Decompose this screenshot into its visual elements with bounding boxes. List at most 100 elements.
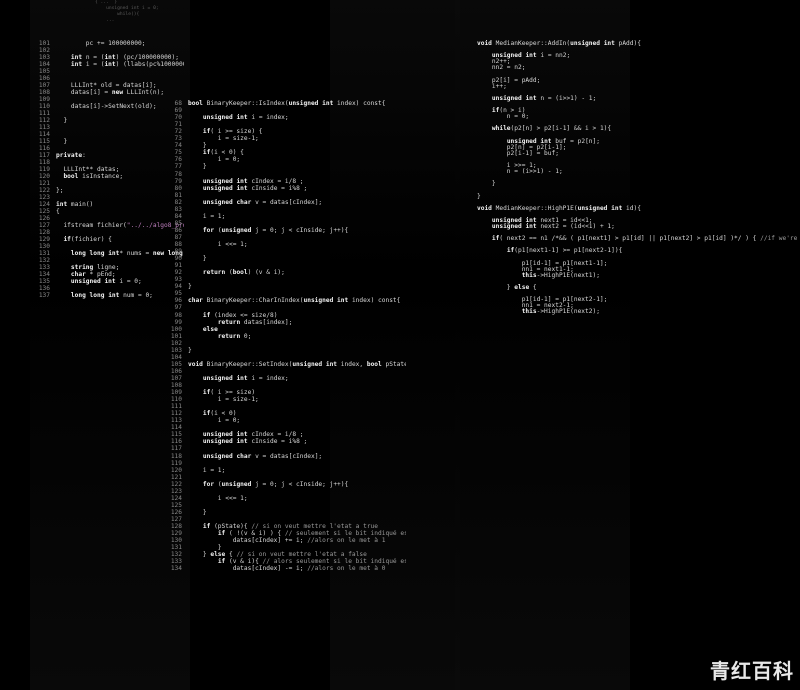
code-line: this->HighP1E(next2); [455, 308, 600, 316]
ghost-code-column: { ... } unsigned int i = 0; while(){ ... [95, 0, 159, 23]
center-code-panel: 68 bool BinaryKeeper::IsIndex(unsigned in… [166, 100, 406, 580]
code-line: 122 for (unsigned j = 0; j < cInside; j+… [166, 481, 348, 489]
code-text: unsigned int cInside = i%8 ; [202, 184, 308, 192]
code-text: } [477, 180, 496, 188]
code-text: unsigned int n = (i>>1) - 1; [491, 94, 597, 102]
code-text: i = size-1; [188, 135, 259, 143]
code-text: unsigned char v = datas[cIndex]; [202, 452, 323, 460]
code-text: return (bool) (v & i); [202, 269, 285, 277]
code-text: } [188, 163, 207, 171]
code-text: char BinaryKeeper::CharInIndex(unsigned … [188, 297, 401, 305]
code-text: if( next2 == n1 /*&& ( p1[next1] > p1[id… [491, 235, 798, 243]
code-text: while(p2[n] > p2[i-1] && i > 1){ [491, 125, 612, 133]
code-text: } else { [477, 284, 537, 291]
code-text: string ligne; [70, 264, 120, 271]
code-text: LLLInt* old = datas[i]; [56, 82, 157, 89]
code-text: unsigned int cIndex = i/8 ; [202, 177, 304, 185]
code-line: if(p1[next1-1] >= p1[next2-1]){ [455, 247, 622, 255]
code-text: unsigned int next2 = (id<<1) + 1; [491, 223, 615, 230]
code-line: 127 ifstream fichier("../../algo8_progra… [34, 222, 184, 230]
code-line: 131 long long int* nums = new long long [34, 250, 184, 258]
code-text: if( i >= size) [202, 389, 256, 397]
code-text: return 0; [217, 332, 252, 340]
code-text: if (pState){ // si on veut mettre l'etat… [202, 523, 379, 530]
left-code-panel: 101 pc += 100000000; 102 103 int n = (int)… [34, 40, 184, 300]
code-text: } [477, 192, 481, 200]
code-text: { [56, 208, 60, 215]
watermark-logo: 青红百科 [710, 659, 794, 683]
code-text: i = 1; [188, 466, 226, 474]
code-line: 104 int i = (int) (llabs(pc%100000000)); [34, 61, 184, 69]
code-line: if( next2 == n1 /*&& ( p1[next1] > p1[id… [455, 235, 800, 243]
code-text: p2[i-1] = buf; [477, 149, 559, 157]
code-text: unsigned int i = index; [202, 114, 289, 122]
code-line: unsigned int next2 = (id<<1) + 1; [455, 223, 615, 231]
code-text: void MedianKeeper::HighP1E(unsigned int … [477, 204, 641, 212]
code-line: 134 datas[cIndex] -= i; //alors on le me… [166, 565, 386, 573]
code-text: } [188, 346, 192, 354]
code-text: for (unsigned j = 0; j < cInside; j++){ [202, 226, 349, 234]
code-text: long long int num = 0; [70, 292, 153, 299]
code-text: LLLInt** datas; [56, 166, 120, 173]
code-text: ifstream fichier("../../algo8_programme"… [56, 222, 184, 229]
code-text: i <<= 1; [188, 241, 248, 248]
code-text: n = (i>>1) - 1; [477, 168, 563, 176]
code-text: unsigned int cInside = i%8 ; [202, 438, 308, 446]
code-text: this->HighP1E(next1); [521, 271, 600, 279]
code-text: }; [56, 187, 64, 194]
code-text: private: [56, 152, 86, 159]
code-text: } [188, 544, 222, 552]
code-text: unsigned char v = datas[cIndex]; [202, 198, 323, 206]
code-text: for (unsigned j = 0; j < cInside; j++){ [202, 480, 349, 488]
code-line: 82 unsigned char v = datas[cIndex]; [166, 198, 323, 207]
code-text: n = 0; [477, 113, 530, 121]
code-text: bool BinaryKeeper::IsIndex(unsigned int … [188, 100, 386, 107]
code-text: if(i < 0) [202, 410, 237, 418]
code-text: } [188, 508, 207, 516]
code-text: i++; [477, 82, 507, 90]
code-line: 137 long long int num = 0; [34, 292, 153, 300]
code-line: 105 void BinaryKeeper::SetIndex(unsigned … [166, 361, 406, 369]
line-number: 134 [170, 565, 182, 573]
code-text: if(i < 0) { [202, 149, 244, 157]
code-line: while(p2[n] > p2[i-1] && i > 1){ [455, 125, 611, 133]
code-line: 96 char BinaryKeeper::CharInIndex(unsigne… [166, 297, 401, 305]
code-text: nn2 = n2; [477, 64, 526, 72]
code-text: else [202, 325, 218, 333]
code-text: return datas[index]; [217, 318, 293, 326]
code-line: void MedianKeeper::AddIn(unsigned int pA… [455, 40, 641, 48]
code-text: bool isInstance; [63, 173, 124, 180]
code-text: if (index <= size/8) [202, 311, 278, 319]
code-text: void MedianKeeper::AddIn(unsigned int pA… [477, 40, 641, 47]
code-text: i = 0; [188, 156, 241, 164]
line-number: 137 [38, 292, 50, 299]
code-line: 118 unsigned char v = datas[cIndex]; [166, 453, 322, 461]
code-text: datas[cIndex] -= i; //alors on le met à … [188, 565, 386, 573]
code-text: if(p1[next1-1] >= p1[next2-1]){ [506, 247, 623, 255]
code-text: int main() [56, 201, 94, 208]
code-text: i = 1; [188, 212, 226, 220]
code-text: if(fichier) { [63, 236, 112, 243]
code-text: void BinaryKeeper::SetIndex(unsigned int… [188, 360, 406, 368]
code-line: 68 bool BinaryKeeper::IsIndex(unsigned in… [166, 100, 386, 108]
code-text: int i = (int) (llabs(pc%100000000)); [70, 61, 184, 68]
code-text: if ( !(v & i) ) { // seulement si le bit… [217, 530, 406, 538]
code-text: } [56, 117, 68, 124]
code-text: long long int* nums = new long long [70, 250, 183, 257]
code-text: i = size-1; [188, 396, 259, 404]
code-text: datas[cIndex] += i; //alors on le met à … [188, 537, 386, 545]
code-text: datas[i]->SetNext(old); [56, 103, 157, 110]
code-text: } [56, 138, 68, 145]
code-text: this->HighP1E(next2); [521, 308, 600, 316]
code-text: char * pEnd; [70, 271, 116, 278]
code-text: i <<= 1; [188, 494, 248, 502]
code-text: unsigned int i = index; [202, 374, 289, 382]
code-text: } [188, 283, 192, 291]
code-text: if( i >= size) { [202, 128, 263, 136]
code-text: datas[i] = new LLLInt(n); [56, 89, 165, 96]
code-text: pc += 100000000; [56, 40, 146, 47]
code-line: 86 for (unsigned j = 0; j < cInside; j++… [166, 226, 349, 235]
code-text: } [188, 255, 207, 263]
right-code-panel: void MedianKeeper::AddIn(unsigned int pA… [455, 40, 800, 320]
code-text: unsigned int i = 0; [70, 278, 142, 285]
